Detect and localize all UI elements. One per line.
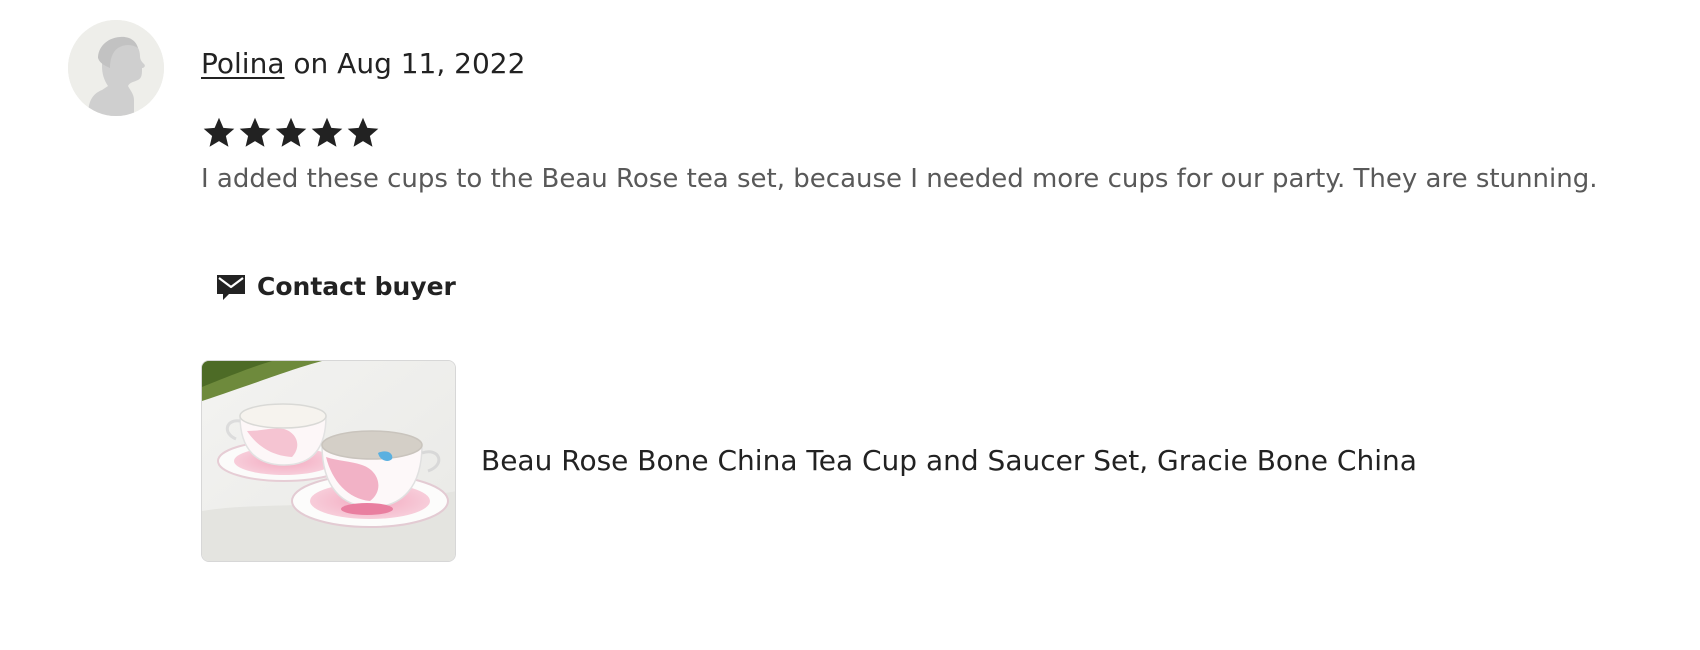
- reviewer-avatar[interactable]: [68, 20, 164, 116]
- star-rating: [201, 113, 381, 153]
- star-icon: [347, 117, 379, 147]
- review-card: Polina on Aug 11, 2022 I added these cup…: [0, 0, 1700, 650]
- listing-thumbnail[interactable]: [201, 360, 456, 562]
- review-meta: Polina on Aug 11, 2022: [201, 44, 525, 84]
- review-text: I added these cups to the Beau Rose tea …: [201, 164, 1598, 194]
- star-icon: [239, 117, 271, 147]
- listing-title[interactable]: Beau Rose Bone China Tea Cup and Saucer …: [481, 441, 1417, 481]
- review-date: on Aug 11, 2022: [284, 47, 526, 80]
- purchased-listing[interactable]: Beau Rose Bone China Tea Cup and Saucer …: [201, 360, 1417, 562]
- reviewer-name-link[interactable]: Polina: [201, 47, 284, 80]
- teacup-product-image: [202, 361, 455, 561]
- default-avatar-silhouette-icon: [68, 20, 164, 116]
- contact-buyer-label: Contact buyer: [257, 271, 456, 301]
- envelope-message-icon: [217, 275, 245, 300]
- star-icon: [275, 117, 307, 147]
- contact-buyer-button[interactable]: Contact buyer: [201, 258, 470, 314]
- star-icon: [311, 117, 343, 147]
- star-icon: [203, 117, 235, 147]
